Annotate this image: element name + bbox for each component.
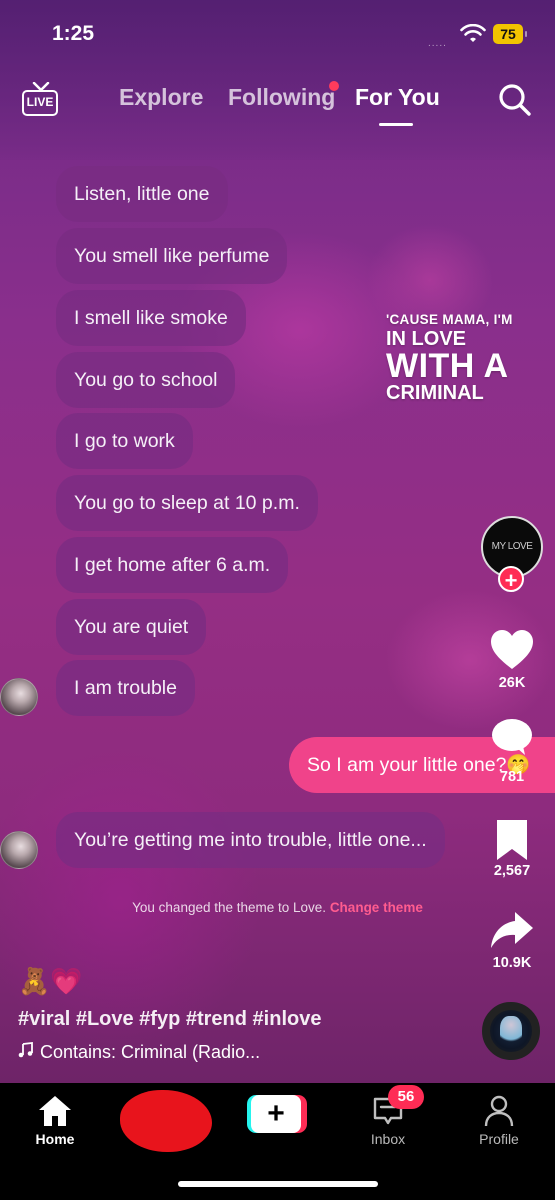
chat-bubble: I get home after 6 a.m. [56, 537, 289, 593]
change-theme-link: Change theme [329, 900, 423, 915]
chat-bubble: Listen, little one [56, 166, 228, 222]
lyric-line: IN LOVE [386, 327, 467, 350]
like-count: 26K [498, 675, 526, 691]
tab-home[interactable]: Home [15, 1091, 95, 1147]
create-button[interactable]: + [247, 1095, 307, 1133]
lyric-line: CRIMINAL [386, 381, 484, 404]
search-icon[interactable] [498, 83, 532, 117]
music-info[interactable]: Contains: Criminal (Radio... [18, 1042, 260, 1063]
chat-bubble: You smell like perfume [56, 228, 288, 284]
sender-avatar [0, 678, 38, 716]
profile-icon [484, 1095, 514, 1127]
theme-change-note: You changed the theme to Love. Change th… [0, 900, 555, 915]
status-time: 1:25 [52, 22, 95, 45]
inbox-badge: 56 [388, 1085, 424, 1109]
comment-count: 781 [499, 769, 525, 785]
chat-bubble: I smell like smoke [56, 290, 246, 346]
home-indicator[interactable] [178, 1181, 378, 1187]
caption-emojis: 🧸💗 [18, 966, 83, 996]
share-count: 10.9K [492, 955, 532, 971]
video-feed[interactable]: 1:25 ..... 75 LIVE Explore Following For… [0, 0, 555, 1083]
comment-icon[interactable] [491, 718, 533, 756]
status-bar: 1:25 ..... 75 [0, 0, 555, 70]
follow-button[interactable]: + [498, 566, 524, 593]
heart-icon[interactable] [489, 628, 535, 672]
lyric-line: WITH A [386, 346, 509, 385]
chat-bubble: You go to school [56, 352, 236, 408]
chat-bubble: I go to work [56, 413, 193, 469]
following-notification-dot [329, 81, 339, 91]
theme-note-text: You changed the theme to Love. [132, 900, 327, 915]
active-tab-indicator [379, 123, 413, 126]
tab-for-you[interactable]: For You [355, 84, 440, 111]
signal-indicator: ..... [428, 38, 447, 49]
save-count: 2,567 [493, 863, 531, 879]
redaction-mark [120, 1090, 212, 1152]
lyric-overlay: 'CAUSE MAMA, I'M IN LOVE WITH A CRIMINAL [386, 313, 513, 403]
chat-bubble: You’re getting me into trouble, little o… [56, 812, 445, 868]
tab-home-label: Home [35, 1131, 75, 1147]
battery-indicator: 75 [493, 24, 527, 44]
live-label: LIVE [22, 90, 58, 116]
chat-bubble: I am trouble [56, 660, 195, 716]
tab-following[interactable]: Following [228, 84, 335, 111]
live-button[interactable]: LIVE [22, 82, 60, 118]
home-icon [39, 1096, 71, 1126]
music-title: Contains: Criminal (Radio... [40, 1042, 261, 1062]
chat-bubble: You are quiet [56, 599, 207, 655]
sender-avatar [0, 831, 38, 869]
bookmark-icon[interactable] [489, 818, 535, 862]
tab-profile[interactable]: Profile [459, 1091, 539, 1147]
plus-icon: + [251, 1095, 301, 1133]
tab-profile-label: Profile [479, 1131, 519, 1147]
lyric-line: 'CAUSE MAMA, I'M [386, 312, 513, 327]
caption-hashtags[interactable]: #viral #Love #fyp #trend #inlove [18, 1008, 321, 1031]
music-disc[interactable] [482, 1002, 540, 1060]
chat-bubble: You go to sleep at 10 p.m. [56, 475, 318, 531]
music-note-icon [18, 1042, 33, 1058]
share-icon[interactable] [489, 908, 535, 952]
wifi-icon [460, 24, 486, 42]
tab-inbox-label: Inbox [370, 1131, 406, 1147]
tab-explore[interactable]: Explore [119, 84, 203, 111]
